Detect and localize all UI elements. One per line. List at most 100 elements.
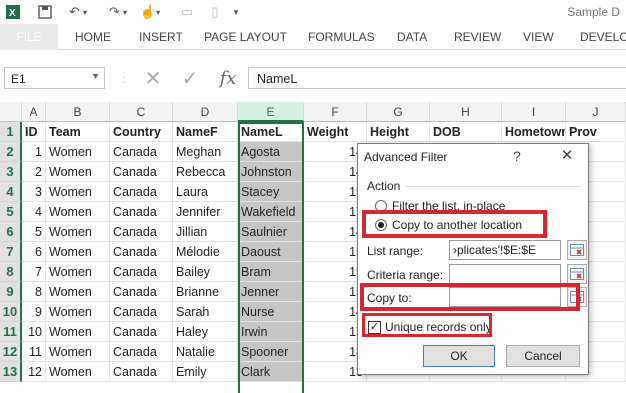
- table-cell[interactable]: Stacey: [238, 182, 304, 202]
- header-cell[interactable]: Country: [110, 122, 173, 142]
- row-header[interactable]: 2: [0, 142, 22, 162]
- table-cell[interactable]: 1: [22, 142, 46, 162]
- cancel-button[interactable]: Cancel: [506, 345, 580, 367]
- print-preview-icon[interactable]: ▯: [206, 3, 224, 21]
- tab-formulas[interactable]: FORMULAS: [308, 24, 375, 50]
- tab-data[interactable]: DATA: [397, 24, 427, 50]
- tab-insert[interactable]: INSERT: [139, 24, 183, 50]
- table-cell[interactable]: 3: [22, 182, 46, 202]
- undo-icon[interactable]: ↶ ▾: [64, 3, 92, 21]
- column-header-c[interactable]: C: [110, 102, 173, 122]
- table-cell[interactable]: 8: [22, 282, 46, 302]
- list-range-input[interactable]: ›plicates'!$E:$E: [449, 240, 561, 260]
- table-cell[interactable]: Haley: [173, 322, 238, 342]
- table-cell[interactable]: Clark: [238, 362, 304, 382]
- header-cell[interactable]: NameF: [173, 122, 238, 142]
- table-cell[interactable]: Women: [46, 322, 110, 342]
- criteria-range-input[interactable]: [449, 264, 561, 284]
- formula-input[interactable]: NameL: [248, 67, 626, 89]
- table-cell[interactable]: Women: [46, 202, 110, 222]
- column-header-a[interactable]: A: [22, 102, 46, 122]
- table-cell[interactable]: Canada: [110, 342, 173, 362]
- tab-file[interactable]: FILE: [0, 24, 58, 50]
- table-cell[interactable]: Canada: [110, 282, 173, 302]
- table-cell[interactable]: Women: [46, 302, 110, 322]
- table-cell[interactable]: Spooner: [238, 342, 304, 362]
- redo-icon[interactable]: ↷ ▾: [104, 3, 132, 21]
- tab-page-layout[interactable]: PAGE LAYOUT: [204, 24, 287, 50]
- table-cell[interactable]: Rebecca: [173, 162, 238, 182]
- header-cell[interactable]: NameL: [238, 122, 304, 142]
- column-header-e[interactable]: E: [238, 102, 304, 122]
- table-cell[interactable]: Jenner: [238, 282, 304, 302]
- row-header[interactable]: 9: [0, 282, 22, 302]
- row-header[interactable]: 8: [0, 262, 22, 282]
- unique-records-option[interactable]: ✓ Unique records only: [368, 319, 492, 335]
- table-cell[interactable]: Women: [46, 342, 110, 362]
- open-folder-icon[interactable]: ▭: [178, 3, 196, 21]
- cancel-entry-icon[interactable]: ✕: [140, 66, 166, 90]
- column-header-d[interactable]: D: [173, 102, 238, 122]
- table-cell[interactable]: Canada: [110, 222, 173, 242]
- header-cell[interactable]: Prov: [566, 122, 626, 142]
- customize-qat-icon[interactable]: ▾: [230, 3, 242, 21]
- table-cell[interactable]: 6: [22, 242, 46, 262]
- table-cell[interactable]: Canada: [110, 322, 173, 342]
- row-header[interactable]: 1: [0, 122, 22, 142]
- table-cell[interactable]: Jillian: [173, 222, 238, 242]
- table-cell[interactable]: Bram: [238, 262, 304, 282]
- header-cell[interactable]: DOB: [430, 122, 502, 142]
- header-cell[interactable]: ID: [22, 122, 46, 142]
- range-picker-icon[interactable]: [567, 240, 587, 260]
- row-header[interactable]: 7: [0, 242, 22, 262]
- ok-button[interactable]: OK: [423, 345, 495, 367]
- table-cell[interactable]: Women: [46, 242, 110, 262]
- tab-review[interactable]: REVIEW: [454, 24, 501, 50]
- table-cell[interactable]: Women: [46, 222, 110, 242]
- tab-developer[interactable]: DEVELOP: [580, 24, 626, 50]
- table-cell[interactable]: 5: [22, 222, 46, 242]
- table-cell[interactable]: Canada: [110, 262, 173, 282]
- table-cell[interactable]: Wakefield: [238, 202, 304, 222]
- table-cell[interactable]: Sarah: [173, 302, 238, 322]
- tab-view[interactable]: VIEW: [523, 24, 554, 50]
- insert-function-icon[interactable]: fx: [214, 66, 242, 90]
- table-cell[interactable]: Bailey: [173, 262, 238, 282]
- help-icon[interactable]: ?: [513, 148, 521, 164]
- table-cell[interactable]: Canada: [110, 302, 173, 322]
- table-cell[interactable]: 9: [22, 302, 46, 322]
- header-cell[interactable]: Team: [46, 122, 110, 142]
- table-cell[interactable]: Canada: [110, 142, 173, 162]
- table-cell[interactable]: Jennifer: [173, 202, 238, 222]
- table-cell[interactable]: Daoust: [238, 242, 304, 262]
- column-header-f[interactable]: F: [304, 102, 367, 122]
- row-header[interactable]: 13: [0, 362, 22, 382]
- row-header[interactable]: 5: [0, 202, 22, 222]
- radio-button[interactable]: [375, 200, 387, 212]
- column-header-i[interactable]: I: [502, 102, 566, 122]
- confirm-entry-icon[interactable]: ✓: [177, 66, 203, 90]
- tab-home[interactable]: HOME: [75, 24, 111, 50]
- touch-mode-icon[interactable]: ☝ ▾: [138, 3, 162, 21]
- table-cell[interactable]: Irwin: [238, 322, 304, 342]
- table-cell[interactable]: Women: [46, 162, 110, 182]
- radio-copy-to-location[interactable]: Copy to another location: [375, 216, 522, 234]
- table-cell[interactable]: 11: [22, 342, 46, 362]
- row-header[interactable]: 3: [0, 162, 22, 182]
- range-picker-icon[interactable]: [567, 264, 587, 284]
- header-cell[interactable]: Weight: [304, 122, 367, 142]
- table-cell[interactable]: Meghan: [173, 142, 238, 162]
- row-header[interactable]: 12: [0, 342, 22, 362]
- table-cell[interactable]: Mélodie: [173, 242, 238, 262]
- row-header[interactable]: 4: [0, 182, 22, 202]
- table-cell[interactable]: 4: [22, 202, 46, 222]
- row-header[interactable]: 6: [0, 222, 22, 242]
- radio-filter-in-place[interactable]: Filter the list, in-place: [375, 197, 505, 215]
- table-cell[interactable]: Canada: [110, 182, 173, 202]
- column-header-b[interactable]: B: [46, 102, 110, 122]
- table-cell[interactable]: Canada: [110, 242, 173, 262]
- table-cell[interactable]: Laura: [173, 182, 238, 202]
- row-header[interactable]: 11: [0, 322, 22, 342]
- chevron-down-icon[interactable]: ▼: [91, 71, 100, 81]
- table-cell[interactable]: Women: [46, 362, 110, 382]
